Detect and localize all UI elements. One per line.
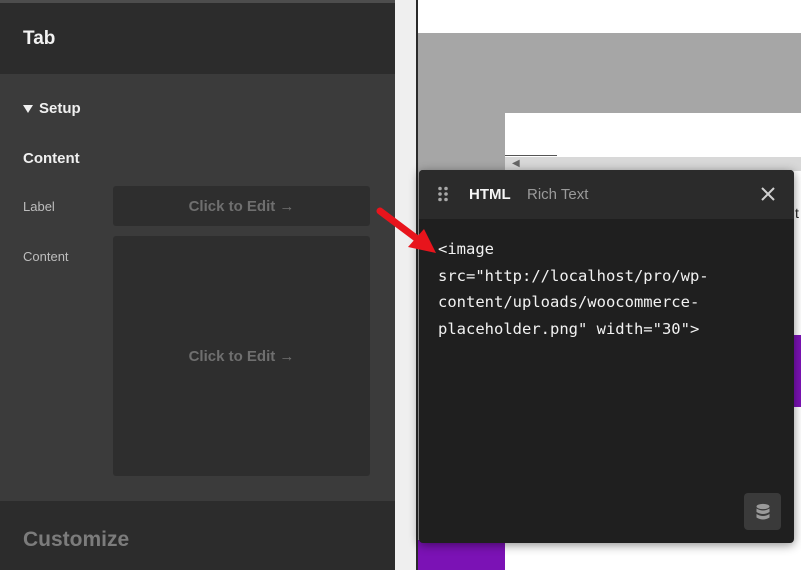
code-line: src="http://localhost/pro/wp- (438, 266, 709, 285)
preview-purple-element (794, 335, 801, 407)
editor-header: HTML Rich Text (419, 170, 794, 219)
triangle-down-icon (23, 104, 33, 113)
preview-edge-text: t (795, 205, 799, 221)
customize-section-toggle[interactable]: Customize (0, 501, 395, 570)
content-group-title: Content (23, 150, 80, 167)
section-title: Setup (39, 100, 81, 117)
content-field-label: Content (23, 249, 69, 264)
panel-header: Tab (0, 0, 395, 74)
drag-handle-icon[interactable] (437, 186, 449, 202)
tab-html[interactable]: HTML (469, 186, 511, 203)
panel-divider (395, 0, 418, 570)
label-edit-placeholder: Click to Edit → (188, 197, 295, 215)
preview-divider (505, 155, 557, 156)
close-icon[interactable] (758, 184, 778, 204)
builder-panel: Tab Setup Content Label Click to Edit → … (0, 0, 395, 570)
dynamic-data-button[interactable] (744, 493, 781, 530)
code-line: content/uploads/woocommerce- (438, 293, 700, 311)
setup-section-toggle[interactable]: Setup (23, 100, 81, 117)
tab-rich-text[interactable]: Rich Text (527, 186, 588, 203)
panel-title: Tab (23, 28, 56, 49)
html-editor-popup: HTML Rich Text <image src="http://localho… (419, 170, 794, 543)
content-edit-placeholder: Click to Edit → (188, 347, 295, 365)
label-field-label: Label (23, 199, 55, 214)
preview-purple-block (418, 540, 505, 570)
preview-scroll-strip (505, 157, 801, 171)
code-line: placeholder.png" width="30"> (438, 319, 700, 338)
left-arrow-icon: ◀ (512, 158, 520, 169)
content-edit-field[interactable]: Click to Edit → (113, 236, 370, 476)
red-arrow-icon (376, 207, 436, 253)
code-line: <image (438, 240, 494, 258)
customize-label: Customize (23, 528, 130, 551)
label-edit-field[interactable]: Click to Edit → (113, 186, 370, 226)
code-editor[interactable]: <image src="http://localhost/pro/wp-conte… (438, 236, 778, 342)
database-icon (756, 503, 769, 519)
